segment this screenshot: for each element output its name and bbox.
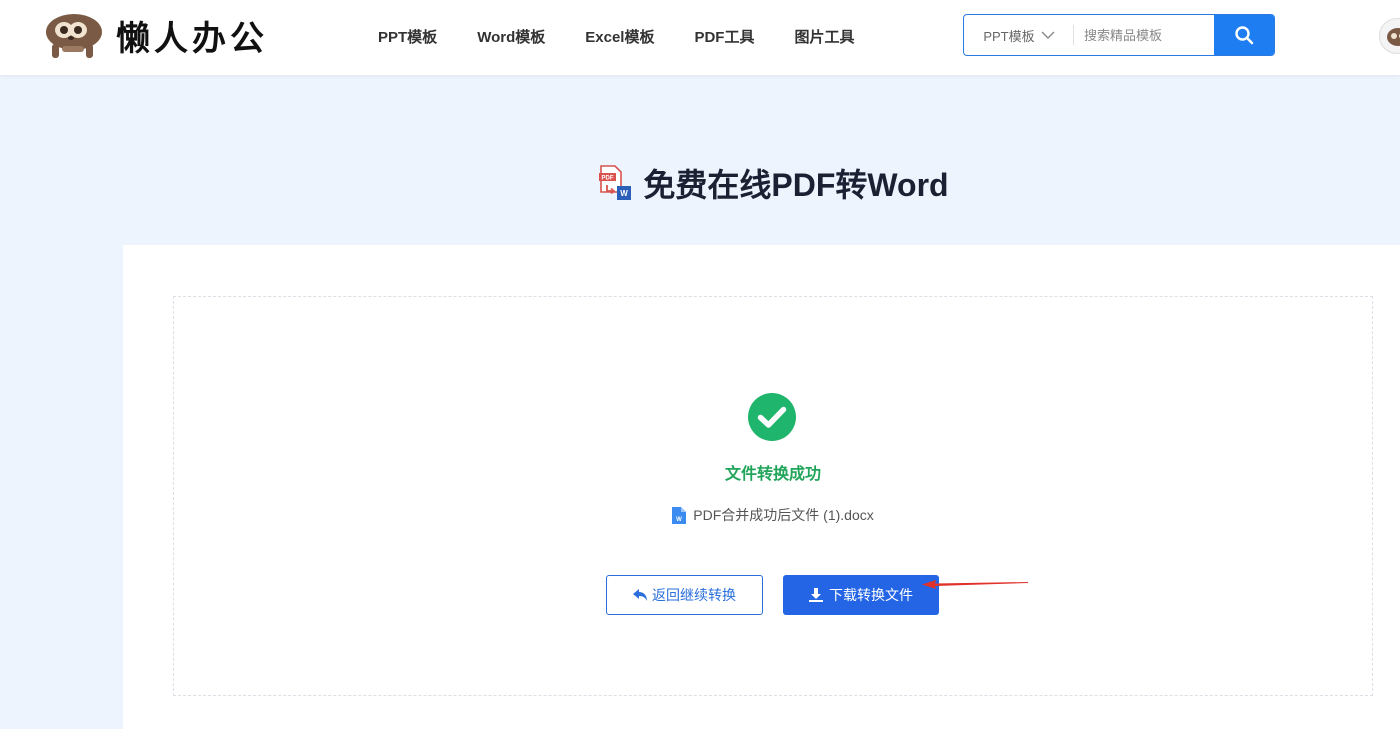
site-logo[interactable]: 懒人办公 bbox=[42, 10, 268, 60]
search-button[interactable] bbox=[1214, 15, 1274, 55]
user-avatar[interactable] bbox=[1379, 18, 1400, 54]
brand-name: 懒人办公 bbox=[116, 18, 268, 59]
search-category-label: PPT模板 bbox=[983, 28, 1035, 44]
nav-item-excel-templates[interactable]: Excel模板 bbox=[585, 26, 654, 47]
nav-item-pdf-tools[interactable]: PDF工具 bbox=[694, 26, 754, 47]
nav-item-word-templates[interactable]: Word模板 bbox=[477, 26, 545, 47]
svg-text:W: W bbox=[676, 517, 682, 523]
word-file-icon: W bbox=[672, 506, 687, 524]
annotation-arrow-icon bbox=[922, 580, 1028, 589]
chevron-down-icon bbox=[1041, 31, 1055, 39]
undo-arrow-icon bbox=[633, 588, 647, 601]
svg-text:PDF: PDF bbox=[602, 176, 614, 182]
main-nav: PPT模板 Word模板 Excel模板 PDF工具 图片工具 bbox=[378, 0, 894, 72]
check-circle-icon bbox=[748, 393, 796, 441]
svg-text:W: W bbox=[621, 189, 629, 198]
converted-file-row: W PDF合并成功后文件 (1).docx bbox=[0, 505, 1400, 525]
converted-file-name: PDF合并成功后文件 (1).docx bbox=[693, 507, 874, 523]
back-continue-button[interactable]: 返回继续转换 bbox=[606, 575, 763, 615]
search-icon bbox=[1235, 26, 1254, 45]
search-category-select[interactable]: PPT模板 bbox=[964, 15, 1074, 55]
result-panel bbox=[173, 296, 1373, 696]
search-bar: PPT模板 bbox=[963, 14, 1275, 56]
page-title-row: PDF W 免费在线PDF转Word bbox=[0, 160, 1400, 206]
converter-card bbox=[123, 245, 1400, 729]
top-header: 懒人办公 PPT模板 Word模板 Excel模板 PDF工具 图片工具 PPT… bbox=[0, 0, 1400, 75]
avatar-image bbox=[1387, 28, 1400, 46]
page-title: 免费在线PDF转Word bbox=[643, 167, 949, 203]
download-file-button[interactable]: 下载转换文件 bbox=[783, 575, 939, 615]
pdf-to-word-icon: PDF W bbox=[599, 165, 632, 200]
search-input[interactable] bbox=[1074, 15, 1214, 55]
nav-item-ppt-templates[interactable]: PPT模板 bbox=[378, 26, 437, 47]
back-continue-label: 返回继续转换 bbox=[652, 587, 736, 603]
sloth-logo-icon bbox=[46, 14, 102, 58]
download-icon bbox=[809, 588, 823, 602]
nav-item-image-tools[interactable]: 图片工具 bbox=[794, 26, 854, 47]
conversion-status: 文件转换成功 bbox=[724, 466, 821, 483]
download-file-label: 下载转换文件 bbox=[829, 587, 913, 603]
